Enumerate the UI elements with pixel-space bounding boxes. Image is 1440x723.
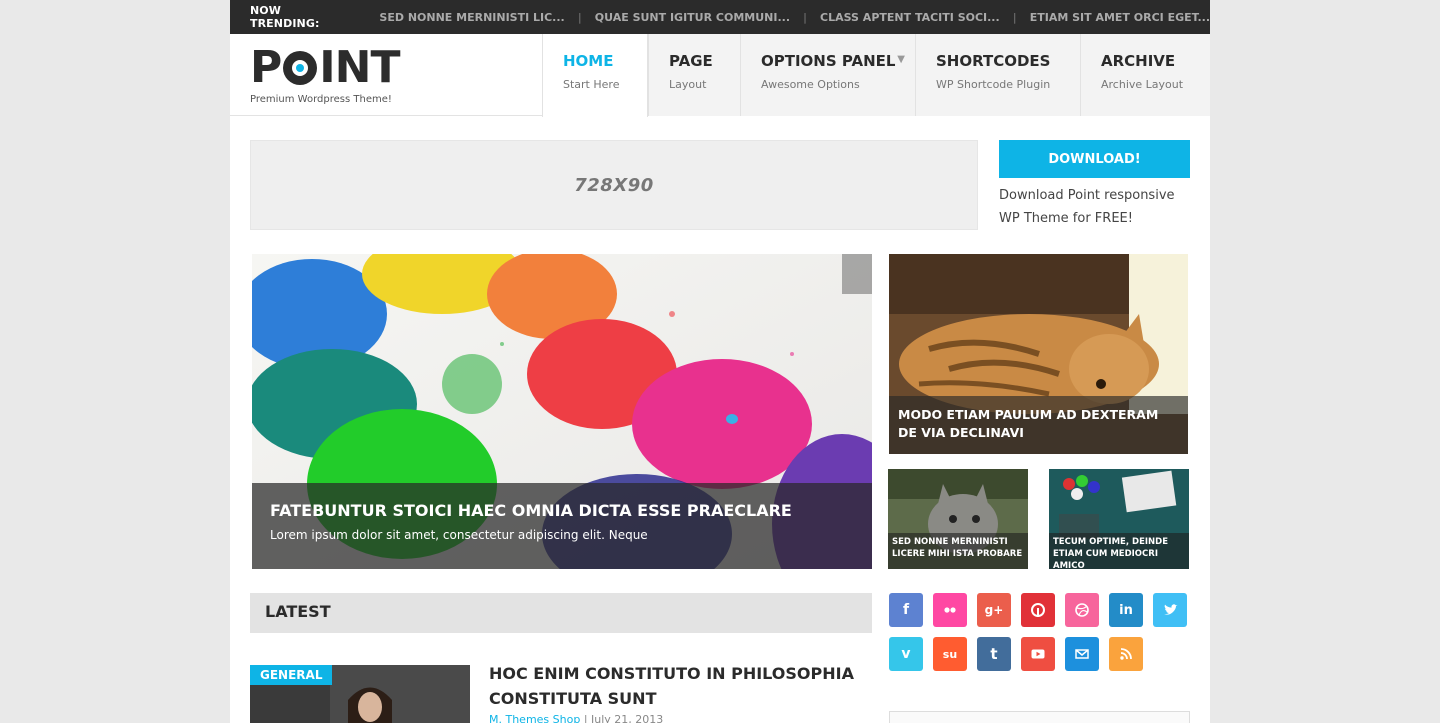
linkedin-icon[interactable]: in [1109,593,1143,627]
post-date: | July 21, 2013 [583,713,664,723]
featured-main-post[interactable]: FATEBUNTUR STOICI HAEC OMNIA DICTA ESSE … [252,254,872,569]
tumblr-icon[interactable]: t [977,637,1011,671]
facebook-icon[interactable]: f [889,593,923,627]
email-icon[interactable] [1065,637,1099,671]
nav-title: HOME [563,52,614,70]
featured-side-title[interactable]: MODO ETIAM PAULUM AD DEXTERAM DE VIA DEC… [889,396,1188,454]
nav-subtitle: Layout [669,78,707,91]
featured-main-title[interactable]: FATEBUNTUR STOICI HAEC OMNIA DICTA ESSE … [270,501,854,520]
dribbble-icon[interactable] [1065,593,1099,627]
download-description: Download Point responsive WP Theme for F… [999,188,1175,226]
download-button[interactable]: DOWNLOAD! [999,140,1190,178]
ad-banner[interactable]: 728X90 [250,140,978,230]
latest-heading: LATEST [250,593,872,633]
logo-wordmark: P INT [250,42,410,93]
nav-home[interactable]: HOME Start Here [542,34,648,117]
nav-subtitle: WP Shortcode Plugin [936,78,1051,91]
featured-small-title[interactable]: SED NONNE MERNINISTI LICERE MIHI ISTA PR… [888,533,1028,569]
vimeo-icon[interactable]: v [889,637,923,671]
trending-link[interactable]: QUAE SUNT IGITUR COMMUNI... [595,11,790,24]
featured-main-caption: FATEBUNTUR STOICI HAEC OMNIA DICTA ESSE … [252,483,872,569]
nav-title: SHORTCODES [936,52,1051,70]
google-plus-icon[interactable]: g+ [977,593,1011,627]
main-nav: HOME Start Here PAGE Layout OPTIONS PANE… [542,34,1210,117]
trending-link[interactable]: ETIAM SIT AMET ORCI EGET... [1030,11,1210,24]
social-icons: f g+ in v su t [889,593,1199,681]
pinterest-icon[interactable] [1021,593,1055,627]
site-logo[interactable]: P INT Premium Wordpress Theme! [250,42,410,108]
trending-separator: | [1012,10,1017,24]
trending-label: NOW TRENDING: [250,4,320,30]
rss-icon[interactable] [1109,637,1143,671]
featured-side-post[interactable]: MODO ETIAM PAULUM AD DEXTERAM DE VIA DEC… [889,254,1188,454]
nav-subtitle: Archive Layout [1101,78,1184,91]
trending-separator: | [577,10,582,24]
twitter-icon[interactable] [1153,593,1187,627]
trending-bar: NOW TRENDING: SED NONNE MERNINISTI LIC..… [230,0,1210,34]
nav-title: ARCHIVE [1101,52,1176,70]
flickr-icon[interactable] [933,593,967,627]
nav-subtitle: Start Here [563,78,620,91]
logo-tagline: Premium Wordpress Theme! [250,94,392,105]
nav-title: OPTIONS PANEL [761,52,896,70]
logo-letter-p: P [250,42,282,93]
featured-main-excerpt: Lorem ipsum dolor sit amet, consectetur … [270,528,648,542]
stumbleupon-icon[interactable]: su [933,637,967,671]
post-author[interactable]: M. Themes Shop [489,713,580,723]
nav-title: PAGE [669,52,713,70]
featured-small-title[interactable]: TECUM OPTIME, DEINDE ETIAM CUM MEDIOCRI … [1049,533,1189,569]
nav-subtitle: Awesome Options [761,78,860,91]
nav-options-panel[interactable]: OPTIONS PANEL Awesome Options ▼ [740,34,915,116]
youtube-icon[interactable] [1021,637,1055,671]
nav-shortcodes[interactable]: SHORTCODES WP Shortcode Plugin [915,34,1080,116]
nav-page[interactable]: PAGE Layout [648,34,740,116]
page-wrapper: NOW TRENDING: SED NONNE MERNINISTI LIC..… [230,0,1210,723]
trending-link[interactable]: SED NONNE MERNINISTI LIC... [379,11,564,24]
trending-separator: | [803,10,808,24]
post-title[interactable]: HOC ENIM CONSTITUTO IN PHILOSOPHIA CONST… [489,661,869,711]
logo-target-icon [283,51,318,85]
featured-small-post[interactable]: SED NONNE MERNINISTI LICERE MIHI ISTA PR… [888,469,1028,569]
site-header: P INT Premium Wordpress Theme! HOME Star… [230,34,1210,117]
trending-link[interactable]: CLASS APTENT TACITI SOCI... [820,11,1000,24]
category-badge[interactable]: GENERAL [250,665,333,685]
logo-letters-int: INT [319,42,400,93]
post-meta: M. Themes Shop | July 21, 2013 [489,713,663,723]
featured-small-post[interactable]: TECUM OPTIME, DEINDE ETIAM CUM MEDIOCRI … [1049,469,1189,569]
dropdown-arrow-icon: ▼ [897,54,905,65]
social-row: v su t [889,637,1199,671]
nav-archive[interactable]: ARCHIVE Archive Layout [1080,34,1210,116]
social-row: f g+ in [889,593,1199,627]
search-box[interactable] [889,711,1190,723]
